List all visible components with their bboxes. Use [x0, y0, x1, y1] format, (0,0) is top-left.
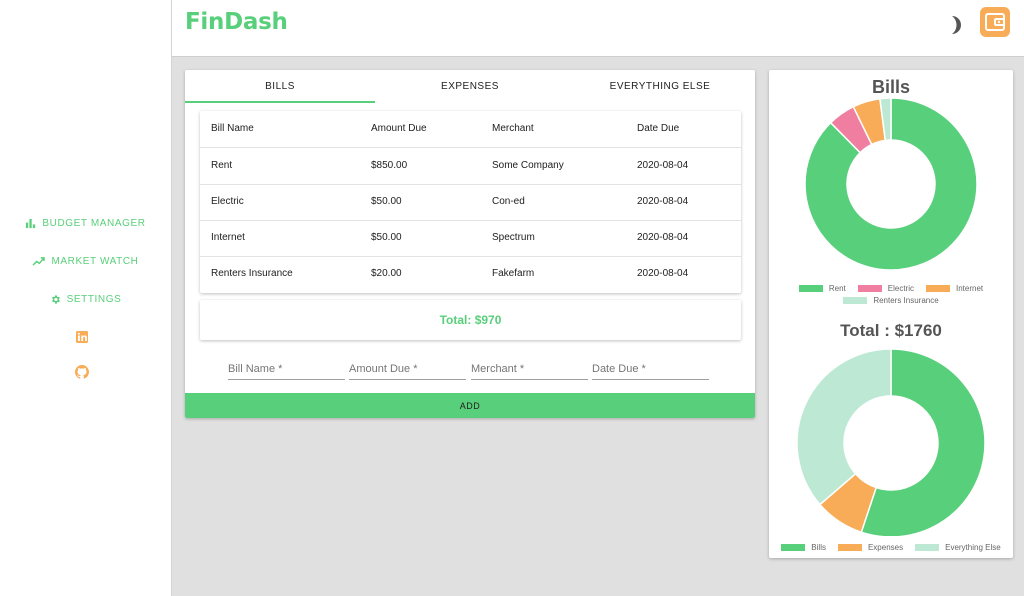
bill-name-cell: Electric [211, 196, 244, 207]
wallet-button[interactable] [980, 7, 1010, 37]
merchant-cell: Spectrum [492, 232, 535, 243]
amount-due-input[interactable] [349, 359, 466, 380]
date-cell: 2020-08-04 [637, 232, 689, 243]
sidebar-item-budget-manager[interactable]: BUDGET MANAGER [0, 213, 171, 233]
date-cell: 2020-08-04 [637, 196, 689, 207]
bar-chart-icon [26, 218, 36, 228]
legend-label: Renters Insurance [873, 295, 939, 305]
merchant-cell: Fakefarm [492, 268, 535, 279]
bills-donut-chart [804, 98, 978, 271]
sidebar-item-market-watch[interactable]: MARKET WATCH [0, 251, 171, 271]
charts-card: Bills Rent Electric Internet Renters Ins… [769, 70, 1013, 558]
amount-cell: $20.00 [371, 268, 402, 279]
legend-swatch [857, 284, 882, 292]
legend-label: Electric [887, 283, 914, 293]
table-row[interactable]: Renters Insurance $20.00 Fakefarm 2020-0… [200, 256, 741, 292]
legend-swatch [926, 284, 950, 292]
table-row[interactable]: Rent $850.00 Some Company 2020-08-04 [200, 148, 741, 185]
sidebar-item-label: SETTINGS [66, 293, 122, 305]
linkedin-icon[interactable] [75, 330, 89, 344]
bills-chart-legend: Rent Electric Internet Renters Insurance [769, 282, 1013, 306]
legend-label: Expenses [867, 542, 904, 552]
date-cell: 2020-08-04 [637, 268, 689, 279]
sidebar-item-settings[interactable]: SETTINGS [0, 289, 171, 309]
legend-item[interactable]: Rent [798, 282, 846, 294]
sidebar-item-label: BUDGET MANAGER [42, 217, 146, 229]
wallet-icon [985, 13, 1005, 31]
amount-cell: $850.00 [371, 160, 408, 171]
active-tab-indicator [185, 101, 375, 103]
table-header-row: Bill Name Amount Due Merchant Date Due [200, 111, 741, 148]
column-header: Bill Name [211, 123, 254, 134]
tab-bar: BILLS EXPENSES EVERYTHING ELSE [185, 70, 755, 103]
total-chart-title: Total : $1760 [840, 321, 942, 340]
merchant-cell: Some Company [492, 160, 564, 171]
date-due-input[interactable] [592, 359, 709, 380]
date-cell: 2020-08-04 [637, 160, 689, 171]
legend-item[interactable]: Everything Else [915, 541, 1001, 553]
legend-item[interactable]: Internet [926, 282, 983, 294]
app-title: FinDash [185, 9, 288, 35]
legend-item[interactable]: Electric [857, 282, 914, 294]
total-donut-chart [796, 348, 986, 536]
legend-label: Internet [956, 283, 984, 293]
legend-label: Rent [828, 283, 846, 293]
legend-swatch [915, 543, 940, 551]
legend-swatch [798, 284, 823, 292]
merchant-input[interactable] [471, 359, 588, 380]
trending-up-icon [32, 256, 46, 266]
gear-icon [51, 294, 60, 304]
legend-item[interactable]: Expenses [837, 541, 904, 553]
column-header: Amount Due [371, 123, 427, 134]
legend-label: Everything Else [945, 542, 1001, 552]
add-button[interactable]: ADD [185, 393, 755, 418]
legend-swatch [837, 543, 862, 551]
table-row[interactable]: Electric $50.00 Con-ed 2020-08-04 [200, 184, 741, 221]
bill-name-input[interactable] [228, 359, 345, 380]
legend-swatch [843, 296, 868, 304]
tab-bills[interactable]: BILLS [185, 70, 375, 103]
legend-item[interactable]: Bills [781, 541, 826, 553]
sidebar: BUDGET MANAGER MARKET WATCH SETTINGS [0, 0, 172, 596]
bills-table: Bill Name Amount Due Merchant Date Due R… [200, 111, 741, 293]
total-chart-legend: Bills Expenses Everything Else [769, 541, 1013, 553]
bill-name-cell: Internet [211, 232, 245, 243]
column-header: Date Due [637, 123, 680, 134]
donut-slice-everything-else[interactable] [796, 348, 892, 506]
tab-expenses[interactable]: EXPENSES [375, 70, 565, 103]
amount-cell: $50.00 [371, 232, 402, 243]
table-row[interactable]: Internet $50.00 Spectrum 2020-08-04 [200, 220, 741, 257]
legend-label: Bills [811, 542, 826, 552]
legend-swatch [781, 543, 806, 551]
bill-name-cell: Rent [211, 160, 233, 171]
sidebar-item-label: MARKET WATCH [51, 255, 139, 267]
moon-icon[interactable] [946, 15, 962, 35]
bill-name-cell: Renters Insurance [211, 268, 293, 279]
tab-everything-else[interactable]: EVERYTHING ELSE [565, 70, 755, 103]
legend-item[interactable]: Renters Insurance [843, 294, 939, 306]
bills-card: BILLS EXPENSES EVERYTHING ELSE Bill Name… [185, 70, 755, 418]
column-header: Merchant [492, 123, 534, 134]
top-header: FinDash [172, 0, 1024, 57]
merchant-cell: Con-ed [492, 196, 525, 207]
bills-chart-title: Bills [871, 77, 910, 97]
amount-cell: $50.00 [371, 196, 402, 207]
bills-total: Total: $970 [200, 300, 741, 340]
github-icon[interactable] [75, 365, 89, 379]
